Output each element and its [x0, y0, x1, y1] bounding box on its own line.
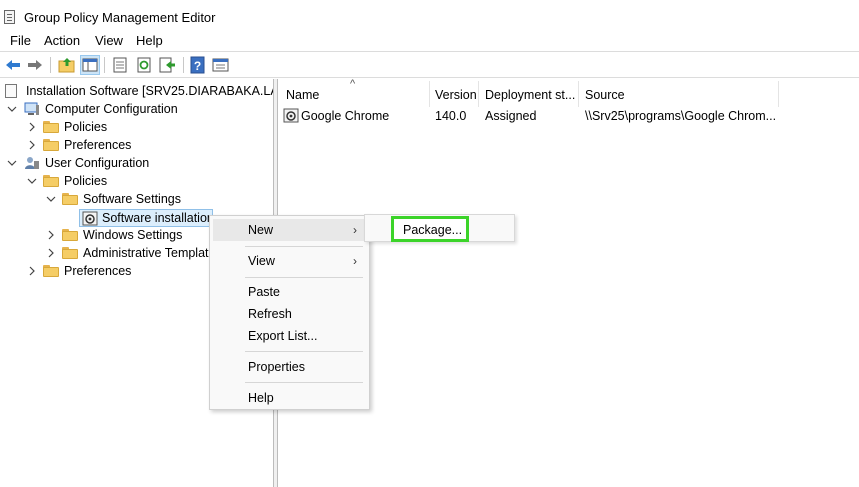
menu-item-paste[interactable]: Paste — [213, 281, 366, 303]
new-submenu: Package... — [364, 214, 515, 242]
menu-action[interactable]: Action — [44, 33, 80, 48]
menu-item-help[interactable]: Help — [213, 387, 366, 409]
column-divider[interactable] — [778, 81, 779, 107]
menu-item-label: Properties — [248, 360, 305, 374]
tree-label: User Configuration — [45, 156, 150, 170]
chevron-down-icon[interactable] — [7, 158, 17, 168]
chevron-right-icon[interactable] — [46, 230, 56, 240]
properties-icon[interactable] — [211, 55, 231, 75]
folder-icon — [43, 139, 59, 151]
export-icon[interactable] — [157, 55, 177, 75]
menu-item-package[interactable]: Package... — [391, 216, 469, 242]
chevron-right-icon: › — [353, 254, 357, 268]
column-divider[interactable] — [429, 81, 430, 107]
window-title: Group Policy Management Editor — [24, 10, 216, 25]
tree-label: Preferences — [64, 264, 132, 278]
menu-item-label: View — [248, 254, 275, 268]
menu-separator — [245, 382, 363, 383]
tree-label: Software installation — [102, 211, 214, 225]
cell-name: Google Chrome — [301, 109, 390, 123]
chevron-right-icon[interactable] — [27, 266, 37, 276]
tree-item-user-configuration[interactable]: User Configuration — [0, 154, 273, 172]
gpme-app-icon — [4, 10, 15, 24]
tree-item-cc-policies[interactable]: Policies — [0, 118, 273, 136]
menu-item-export-list[interactable]: Export List... — [213, 325, 366, 347]
menu-separator — [245, 351, 363, 352]
column-header-source[interactable]: Source — [585, 88, 625, 102]
software-installation-icon — [82, 211, 98, 226]
up-folder-icon[interactable] — [57, 55, 77, 75]
tree-label: Preferences — [64, 138, 132, 152]
tree-item-cc-preferences[interactable]: Preferences — [0, 136, 273, 154]
folder-icon — [62, 247, 78, 259]
column-header-version[interactable]: Version — [435, 88, 477, 102]
policy-document-icon — [5, 84, 17, 98]
chevron-right-icon[interactable] — [46, 248, 56, 258]
toolbar-separator — [104, 57, 105, 73]
show-hide-tree-icon[interactable] — [80, 55, 100, 75]
tree-label: Computer Configuration — [45, 102, 178, 116]
refresh-icon[interactable] — [134, 55, 154, 75]
svg-text:?: ? — [194, 59, 201, 73]
tree-label: Software Settings — [83, 192, 181, 206]
chevron-down-icon[interactable] — [7, 104, 17, 114]
tree-item-computer-configuration[interactable]: Computer Configuration — [0, 100, 273, 118]
menu-file[interactable]: File — [10, 33, 31, 48]
tree-item-software-settings[interactable]: Software Settings — [0, 190, 273, 208]
cell-deployment-state: Assigned — [485, 109, 537, 123]
folder-icon — [43, 175, 59, 187]
column-header-name[interactable]: Name — [286, 88, 319, 102]
chevron-right-icon[interactable] — [27, 140, 37, 150]
toolbar-separator — [183, 57, 184, 73]
cell-version: 140.0 — [435, 109, 467, 123]
menu-item-label: Export List... — [248, 329, 318, 343]
column-divider[interactable] — [578, 81, 579, 107]
user-icon — [25, 157, 39, 169]
tree-label: Policies — [64, 174, 108, 188]
folder-icon — [62, 229, 78, 241]
tree-root-label: Installation Software [SRV25.DIARABAKA.L… — [26, 84, 273, 98]
toolbar: ? — [0, 51, 859, 78]
title-bar: Group Policy Management Editor — [0, 0, 859, 30]
tree-item-uc-policies[interactable]: Policies — [0, 172, 273, 190]
menu-view[interactable]: View — [95, 33, 123, 48]
export-list-icon[interactable] — [110, 55, 130, 75]
menu-help[interactable]: Help — [136, 33, 163, 48]
column-divider[interactable] — [478, 81, 479, 107]
sort-ascending-icon: ^ — [350, 78, 356, 90]
menu-separator — [245, 246, 363, 247]
back-icon[interactable] — [3, 55, 23, 75]
package-icon — [283, 108, 299, 123]
chevron-down-icon[interactable] — [27, 176, 37, 186]
menu-item-view[interactable]: View › — [213, 250, 366, 272]
chevron-right-icon[interactable] — [27, 122, 37, 132]
menu-item-new[interactable]: New › — [213, 219, 366, 241]
menu-item-label: Package... — [403, 223, 463, 237]
toolbar-separator — [50, 57, 51, 73]
forward-icon[interactable] — [25, 55, 45, 75]
tree-label: Windows Settings — [83, 228, 183, 242]
menu-separator — [245, 277, 363, 278]
chevron-down-icon[interactable] — [46, 194, 56, 204]
help-icon[interactable]: ? — [188, 55, 208, 75]
folder-icon — [62, 193, 78, 205]
menu-item-label: Refresh — [248, 307, 292, 321]
menu-item-properties[interactable]: Properties — [213, 356, 366, 378]
tree-label: Policies — [64, 120, 108, 134]
menu-bar: File Action View Help — [0, 31, 859, 50]
context-menu: New › View › Paste Refresh Export List..… — [209, 215, 370, 410]
cell-source: \\Srv25\programs\Google Chrom... — [585, 109, 777, 123]
column-header-deployment-state[interactable]: Deployment st... — [485, 88, 575, 102]
tree-label: Administrative Templates — [83, 246, 222, 260]
menu-item-label: Help — [248, 391, 274, 405]
menu-item-label: New — [248, 223, 274, 237]
computer-icon — [24, 102, 39, 115]
menu-item-refresh[interactable]: Refresh — [213, 303, 366, 325]
folder-icon — [43, 265, 59, 277]
menu-item-label: Paste — [248, 285, 280, 299]
tree-item-root[interactable]: Installation Software [SRV25.DIARABAKA.L… — [0, 82, 273, 100]
chevron-right-icon: › — [353, 223, 357, 237]
folder-icon — [43, 121, 59, 133]
